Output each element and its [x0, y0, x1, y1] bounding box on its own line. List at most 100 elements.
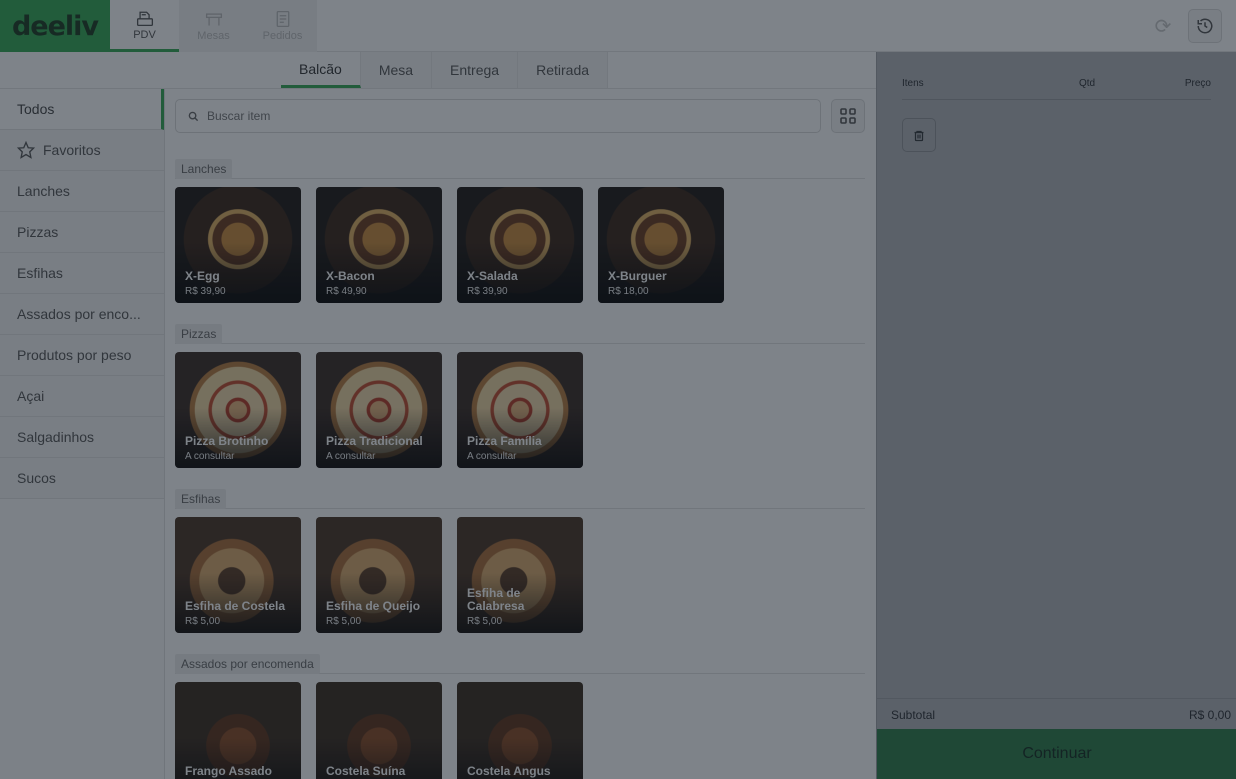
- search-input[interactable]: [207, 109, 787, 123]
- orders-icon: [273, 10, 293, 30]
- grid-icon: [840, 108, 856, 124]
- category-label: Produtos por peso: [17, 347, 132, 363]
- order-panel: Itens Qtd Preço Subtotal R$ 0,00 Continu…: [876, 52, 1236, 779]
- product-card[interactable]: Esfiha de Costela R$ 5,00: [175, 517, 301, 633]
- product-price: R$ 39,90: [467, 286, 508, 297]
- product-card[interactable]: Frango Assado: [175, 682, 301, 779]
- brand-logo: deeliv: [0, 0, 110, 52]
- subtotal-label: Subtotal: [891, 708, 936, 722]
- sidebar-item-category[interactable]: Produtos por peso: [0, 335, 164, 376]
- product-name: Frango Assado: [185, 764, 272, 778]
- product-price: R$ 5,00: [467, 616, 503, 627]
- search-box[interactable]: [175, 99, 821, 133]
- trash-icon: [914, 130, 924, 141]
- product-price: A consultar: [185, 451, 235, 462]
- nav-label: PDV: [133, 28, 156, 41]
- nav-pedidos[interactable]: Pedidos: [248, 0, 317, 52]
- section-title: Lanches: [175, 159, 233, 179]
- category-label: Açai: [17, 388, 45, 404]
- product-card[interactable]: Costela Suína: [316, 682, 442, 779]
- category-label: Esfihas: [17, 265, 63, 281]
- refresh-icon[interactable]: ⟳: [1150, 13, 1176, 39]
- item-grid: Pizza Brotinho A consultar Pizza Tradicion…: [175, 352, 865, 468]
- category-label: Salgadinhos: [17, 429, 95, 445]
- top-actions: ⟳: [1150, 9, 1222, 43]
- section-header: Esfihas: [175, 489, 865, 509]
- sidebar-item-category[interactable]: Salgadinhos: [0, 417, 164, 458]
- nav-label: Mesas: [197, 30, 230, 42]
- col-items: Itens: [902, 78, 924, 89]
- nav-label: Pedidos: [262, 30, 303, 42]
- product-name: Esfiha de Costela: [185, 599, 286, 613]
- section-title: Esfihas: [175, 489, 227, 509]
- product-name: Pizza Tradicional: [326, 434, 423, 448]
- category-label: Todos: [17, 101, 55, 117]
- category-sidebar: Todos Favoritos Lanches Pizzas Esfihas Assado…: [0, 89, 165, 779]
- product-card[interactable]: Pizza Família A consultar: [457, 352, 583, 468]
- tab-order-type[interactable]: Mesa: [360, 52, 433, 88]
- section-title: Pizzas: [175, 324, 223, 344]
- product-card[interactable]: Pizza Tradicional A consultar: [316, 352, 442, 468]
- sidebar-item-category[interactable]: Assados por enco...: [0, 294, 164, 335]
- nav-pdv[interactable]: PDV: [110, 0, 179, 52]
- section-header: Lanches: [175, 159, 865, 179]
- product-name: Costela Suína: [326, 764, 406, 778]
- product-card[interactable]: Pizza Brotinho A consultar: [175, 352, 301, 468]
- sidebar-item-category[interactable]: Favoritos: [0, 130, 164, 171]
- top-bar: deeliv PDV Mesas Pedidos ⟳: [0, 0, 1236, 52]
- section-title: Assados por encomenda: [175, 654, 320, 674]
- tab-order-type[interactable]: Entrega: [432, 52, 519, 88]
- product-card[interactable]: X-Burguer R$ 18,00: [598, 187, 724, 303]
- catalog-section: Lanches X-Egg R$ 39,90 X-Bacon R$ 49,90 X-Sal…: [175, 159, 865, 303]
- subtotal-value: R$ 0,00: [1188, 708, 1231, 722]
- sidebar-item-category[interactable]: Lanches: [0, 171, 164, 212]
- sidebar-item-category[interactable]: Todos: [0, 89, 164, 130]
- product-name: Esfiha de Queijo: [326, 599, 421, 613]
- sidebar-item-category[interactable]: Pizzas: [0, 212, 164, 253]
- sidebar-item-category[interactable]: Sucos: [0, 458, 164, 499]
- star-icon: [17, 141, 35, 159]
- product-price: R$ 18,00: [608, 286, 649, 297]
- product-name: Costela Angus: [467, 764, 551, 778]
- catalog: Lanches X-Egg R$ 39,90 X-Bacon R$ 49,90 X-Sal…: [165, 89, 876, 779]
- section-header: Pizzas: [175, 324, 865, 344]
- product-card[interactable]: Esfiha de Queijo R$ 5,00: [316, 517, 442, 633]
- product-price: R$ 5,00: [185, 616, 221, 627]
- clear-order-button[interactable]: [902, 118, 936, 152]
- catalog-section: Pizzas Pizza Brotinho A consultar Pizza Tra…: [175, 324, 865, 468]
- sidebar-item-category[interactable]: Esfihas: [0, 253, 164, 294]
- product-name: X-Bacon: [326, 269, 375, 283]
- grid-view-button[interactable]: [831, 99, 865, 133]
- product-card[interactable]: X-Egg R$ 39,90: [175, 187, 301, 303]
- history-button[interactable]: [1188, 9, 1222, 43]
- history-icon: [1197, 18, 1213, 34]
- col-price: Preço: [1184, 78, 1211, 89]
- catalog-section: Assados por encomenda Frango Assado Costel…: [175, 654, 865, 779]
- col-qty: Qtd: [1079, 78, 1096, 89]
- product-name: Pizza Brotinho: [185, 434, 269, 448]
- tab-order-type[interactable]: Balcão: [281, 52, 361, 88]
- catalog-section: Esfihas Esfiha de Costela R$ 5,00 Esfiha de…: [175, 489, 865, 633]
- category-label: Pizzas: [17, 224, 59, 240]
- order-table-header: Itens Qtd Preço: [902, 78, 1211, 100]
- product-card[interactable]: X-Salada R$ 39,90: [457, 187, 583, 303]
- product-price: R$ 39,90: [185, 286, 226, 297]
- continue-button[interactable]: Continuar: [877, 729, 1236, 779]
- sidebar-item-category[interactable]: Açai: [0, 376, 164, 417]
- product-price: A consultar: [326, 451, 376, 462]
- product-card[interactable]: Esfiha de Calabresa R$ 5,00: [457, 517, 583, 633]
- product-card[interactable]: Costela Angus: [457, 682, 583, 779]
- nav-mesas[interactable]: Mesas: [179, 0, 248, 52]
- table-icon: [204, 10, 224, 30]
- product-price: R$ 5,00: [326, 616, 362, 627]
- item-grid: Frango Assado Costela Suína Costela Angus: [175, 682, 865, 779]
- subtotal-row: Subtotal R$ 0,00: [877, 698, 1236, 730]
- tab-order-type[interactable]: Retirada: [518, 52, 609, 88]
- product-name: X-Burguer: [608, 269, 667, 283]
- product-name: X-Salada: [467, 269, 518, 283]
- category-label: Assados por enco...: [17, 306, 141, 322]
- product-name: Pizza Família: [467, 434, 542, 448]
- order-type-tabs: Balcão Mesa Entrega Retirada: [281, 52, 609, 88]
- search-icon: [188, 111, 199, 121]
- product-card[interactable]: X-Bacon R$ 49,90: [316, 187, 442, 303]
